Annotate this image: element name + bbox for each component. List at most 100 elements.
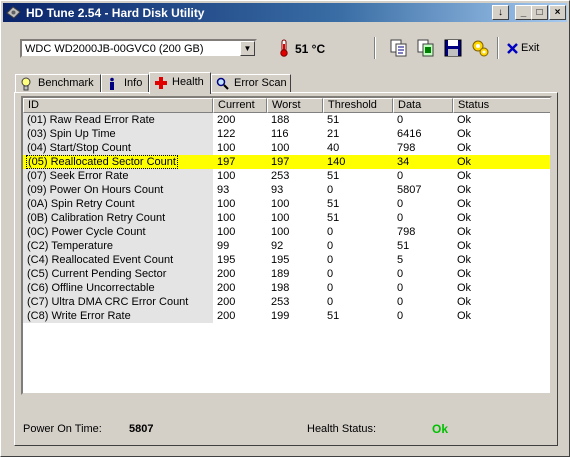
column-header-worst[interactable]: Worst: [267, 98, 323, 113]
raw-data-value: 0: [393, 281, 453, 295]
attribute-id: (C7) Ultra DMA CRC Error Count: [23, 295, 213, 309]
threshold-value: 51: [323, 197, 393, 211]
table-row[interactable]: (C8) Write Error Rate 200 199 51 0 Ok: [23, 309, 550, 323]
worst-value: 199: [267, 309, 323, 323]
current-value-text: 200: [217, 310, 236, 322]
tab-health[interactable]: Health: [149, 72, 211, 94]
worst-value-text: 100: [271, 198, 290, 210]
worst-value-text: 92: [271, 240, 284, 252]
attribute-id: (09) Power On Hours Count: [23, 183, 213, 197]
attribute-id-text: (C2) Temperature: [27, 240, 113, 252]
table-row[interactable]: (07) Seek Error Rate 100 253 51 0 Ok: [23, 169, 550, 183]
status-value: Ok: [453, 183, 550, 197]
attribute-id: (01) Raw Read Error Rate: [23, 113, 213, 127]
threshold-value: 51: [323, 309, 393, 323]
worst-value: 253: [267, 295, 323, 309]
status-value-text: Ok: [457, 226, 472, 238]
current-value: 200: [213, 309, 267, 323]
table-row[interactable]: (C6) Offline Uncorrectable 200 198 0 0 Ok: [23, 281, 550, 295]
raw-data-value: 6416: [393, 127, 453, 141]
raw-data-value-text: 0: [397, 114, 404, 126]
attribute-id: (03) Spin Up Time: [23, 127, 213, 141]
attribute-id-text: (05) Reallocated Sector Count: [26, 155, 178, 169]
status-value-text: Ok: [457, 268, 472, 280]
threshold-value-text: 21: [327, 128, 340, 140]
table-row[interactable]: (04) Start/Stop Count 100 100 40 798 Ok: [23, 141, 550, 155]
attribute-id: (07) Seek Error Rate: [23, 169, 213, 183]
threshold-value: 51: [323, 169, 393, 183]
table-row[interactable]: (C5) Current Pending Sector 200 189 0 0 Ok: [23, 267, 550, 281]
tab-error-scan[interactable]: Error Scan: [211, 74, 291, 92]
table-row[interactable]: (0A) Spin Retry Count 100 100 51 0 Ok: [23, 197, 550, 211]
table-row[interactable]: (C4) Reallocated Event Count 195 195 0 5 Ok: [23, 253, 550, 267]
raw-data-value: 34: [393, 155, 453, 169]
worst-value-text: 199: [271, 310, 290, 322]
raw-data-value-text: 0: [397, 170, 404, 182]
close-button[interactable]: ×: [549, 5, 566, 20]
chevron-down-icon[interactable]: ▼: [240, 41, 255, 56]
worst-value-text: 188: [271, 114, 290, 126]
raw-data-value: 0: [393, 267, 453, 281]
status-value-text: Ok: [457, 142, 472, 154]
status-value: Ok: [453, 281, 550, 295]
app-window: HD Tune 2.54 - Hard Disk Utility ↓ _ □ ×…: [0, 0, 570, 457]
worst-value-text: 100: [271, 142, 290, 154]
copy-text-icon[interactable]: [389, 38, 409, 58]
smart-attributes-table[interactable]: ID Current Worst Threshold Data Status (…: [21, 96, 552, 395]
raw-data-value: 5: [393, 253, 453, 267]
title-bar[interactable]: HD Tune 2.54 - Hard Disk Utility ↓ _ □ ×: [3, 3, 567, 22]
tab-info[interactable]: Info: [101, 74, 149, 92]
column-header-data[interactable]: Data: [393, 98, 453, 113]
threshold-value-text: 0: [327, 254, 334, 266]
column-header-id[interactable]: ID: [23, 98, 213, 113]
save-icon[interactable]: [443, 38, 463, 58]
toolbar-separator: [497, 37, 499, 59]
attribute-id: (C2) Temperature: [23, 239, 213, 253]
current-value: 122: [213, 127, 267, 141]
status-value: Ok: [453, 295, 550, 309]
current-value: 99: [213, 239, 267, 253]
table-row[interactable]: (01) Raw Read Error Rate 200 188 51 0 Ok: [23, 113, 550, 127]
worst-value: 100: [267, 141, 323, 155]
table-row[interactable]: (03) Spin Up Time 122 116 21 6416 Ok: [23, 127, 550, 141]
status-value: Ok: [453, 141, 550, 155]
drive-select[interactable]: WDC WD2000JB-00GVC0 (200 GB) ▼: [20, 39, 257, 58]
threshold-value: 51: [323, 211, 393, 225]
worst-value: 100: [267, 225, 323, 239]
minimize-button[interactable]: _: [515, 5, 532, 20]
threshold-value-text: 51: [327, 310, 340, 322]
raw-data-value: 798: [393, 225, 453, 239]
column-header-threshold[interactable]: Threshold: [323, 98, 393, 113]
help-button[interactable]: ↓: [492, 5, 509, 20]
health-cross-icon: [155, 77, 167, 89]
raw-data-value: 0: [393, 309, 453, 323]
table-row[interactable]: (C2) Temperature 99 92 0 51 Ok: [23, 239, 550, 253]
copy-screenshot-icon[interactable]: [416, 38, 436, 58]
table-row[interactable]: (0C) Power Cycle Count 100 100 0 798 Ok: [23, 225, 550, 239]
worst-value: 93: [267, 183, 323, 197]
threshold-value: 0: [323, 253, 393, 267]
window-title: HD Tune 2.54 - Hard Disk Utility: [26, 6, 205, 20]
column-header-status[interactable]: Status: [453, 98, 550, 113]
raw-data-value-text: 6416: [397, 128, 422, 140]
current-value-text: 200: [217, 282, 236, 294]
table-row[interactable]: (0B) Calibration Retry Count 100 100 51 0 Ok: [23, 211, 550, 225]
threshold-value-text: 51: [327, 212, 340, 224]
tab-benchmark[interactable]: Benchmark: [15, 74, 101, 92]
attribute-id-text: (C5) Current Pending Sector: [27, 268, 167, 280]
current-value-text: 197: [217, 156, 236, 168]
worst-value: 188: [267, 113, 323, 127]
options-icon[interactable]: [470, 38, 490, 58]
raw-data-value-text: 0: [397, 296, 404, 308]
maximize-button[interactable]: □: [531, 5, 548, 20]
attribute-id-text: (C4) Reallocated Event Count: [27, 254, 174, 266]
current-value: 100: [213, 225, 267, 239]
worst-value-text: 195: [271, 254, 290, 266]
attribute-id: (0B) Calibration Retry Count: [23, 211, 213, 225]
table-row[interactable]: (09) Power On Hours Count 93 93 0 5807 Ok: [23, 183, 550, 197]
table-row[interactable]: (05) Reallocated Sector Count 197 197 140 34…: [23, 155, 550, 169]
current-value-text: 93: [217, 184, 230, 196]
column-header-current[interactable]: Current: [213, 98, 267, 113]
table-row[interactable]: (C7) Ultra DMA CRC Error Count 200 253 0 0 Ok: [23, 295, 550, 309]
attribute-id: (C8) Write Error Rate: [23, 309, 213, 323]
